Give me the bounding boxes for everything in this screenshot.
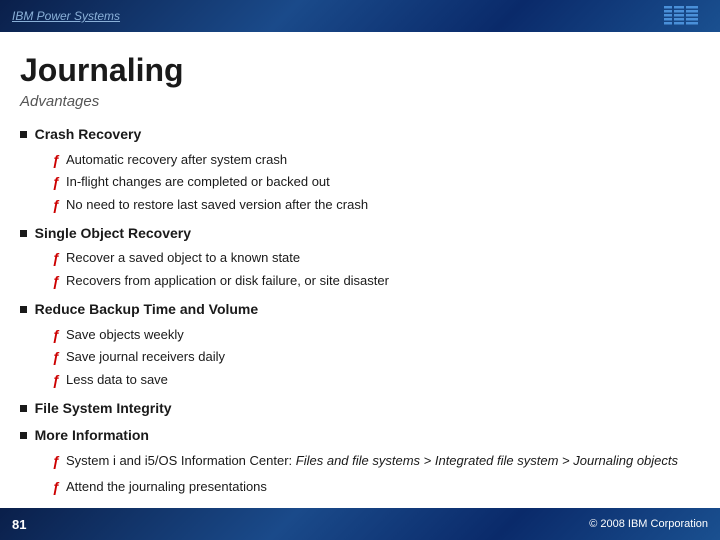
list-item: ƒ Attend the journaling presentations [52,477,700,499]
page-title: Journaling [20,52,700,89]
sub-item-text: No need to restore last saved version af… [66,195,368,215]
bullet-icon [20,131,27,138]
main-content: Journaling Advantages Crash Recovery ƒ A… [0,32,720,514]
header-title: IBM Power Systems [12,9,120,23]
section-title-crash: Crash Recovery [35,126,142,142]
list-item: ƒ Save objects weekly [52,325,700,347]
sub-item-text: Recover a saved object to a known state [66,248,300,268]
more-info-text-2: Attend the journaling presentations [66,477,267,497]
f-bullet-icon: ƒ [52,347,62,369]
f-bullet-icon: ƒ [52,150,62,172]
ibm-logo [664,6,708,26]
f-bullet-icon: ƒ [52,248,62,270]
more-info-text-1: System i and i5/OS Information Center: F… [66,451,678,471]
footer-page-number: 81 [12,517,26,532]
f-bullet-icon: ƒ [52,325,62,347]
header: IBM Power Systems [0,0,720,32]
sub-item-text: Save journal receivers daily [66,347,225,367]
list-item: ƒ Save journal receivers daily [52,347,700,369]
section-header-reduce: Reduce Backup Time and Volume [20,299,700,321]
sub-item-text: Automatic recovery after system crash [66,150,287,170]
bullet-icon [20,306,27,313]
footer-copyright: © 2008 IBM Corporation [589,518,708,530]
content-area: Crash Recovery ƒ Automatic recovery afte… [20,124,700,498]
sub-item-text: In-flight changes are completed or backe… [66,172,330,192]
more-info-line-3: ƒ Attend the journaling presentations [52,477,700,499]
section-more-info: More Information ƒ System i and i5/OS In… [20,425,700,498]
list-item: ƒ Automatic recovery after system crash [52,150,700,172]
bullet-icon [20,230,27,237]
sub-item-text: Recovers from application or disk failur… [66,271,389,291]
list-item: ƒ Recover a saved object to a known stat… [52,248,700,270]
section-title-single: Single Object Recovery [35,225,191,241]
bullet-icon [20,405,27,412]
section-crash-recovery: Crash Recovery ƒ Automatic recovery afte… [20,124,700,217]
f-bullet-icon: ƒ [52,451,62,473]
section-reduce-backup: Reduce Backup Time and Volume ƒ Save obj… [20,299,700,392]
section-title-moreinfo: More Information [35,427,149,443]
section-header-crash: Crash Recovery [20,124,700,146]
f-bullet-icon: ƒ [52,172,62,194]
section-header-filesystem: File System Integrity [20,398,700,420]
section-header-moreinfo: More Information [20,425,700,447]
section-title-filesystem: File System Integrity [35,400,172,416]
list-item: ƒ System i and i5/OS Information Center:… [52,451,700,475]
list-item: ƒ No need to restore last saved version … [52,195,700,217]
footer: 81 © 2008 IBM Corporation [0,508,720,540]
f-bullet-icon: ƒ [52,271,62,293]
list-item: ƒ In-flight changes are completed or bac… [52,172,700,194]
more-info-italic: Files and file systems > Integrated file… [296,453,678,468]
list-item: ƒ Less data to save [52,370,700,392]
bullet-icon [20,432,27,439]
section-single-object: Single Object Recovery ƒ Recover a saved… [20,223,700,293]
section-title-reduce: Reduce Backup Time and Volume [35,301,259,317]
section-file-system: File System Integrity [20,398,700,420]
f-bullet-icon: ƒ [52,195,62,217]
more-info-line-1: ƒ System i and i5/OS Information Center:… [52,451,700,473]
sub-item-text: Less data to save [66,370,168,390]
list-item: ƒ Recovers from application or disk fail… [52,271,700,293]
section-header-single: Single Object Recovery [20,223,700,245]
f-bullet-icon: ƒ [52,370,62,392]
sub-item-text: Save objects weekly [66,325,184,345]
more-info-prefix: System i and i5/OS Information Center: [66,453,296,468]
page-subtitle: Advantages [20,93,700,110]
f-bullet-icon: ƒ [52,477,62,499]
